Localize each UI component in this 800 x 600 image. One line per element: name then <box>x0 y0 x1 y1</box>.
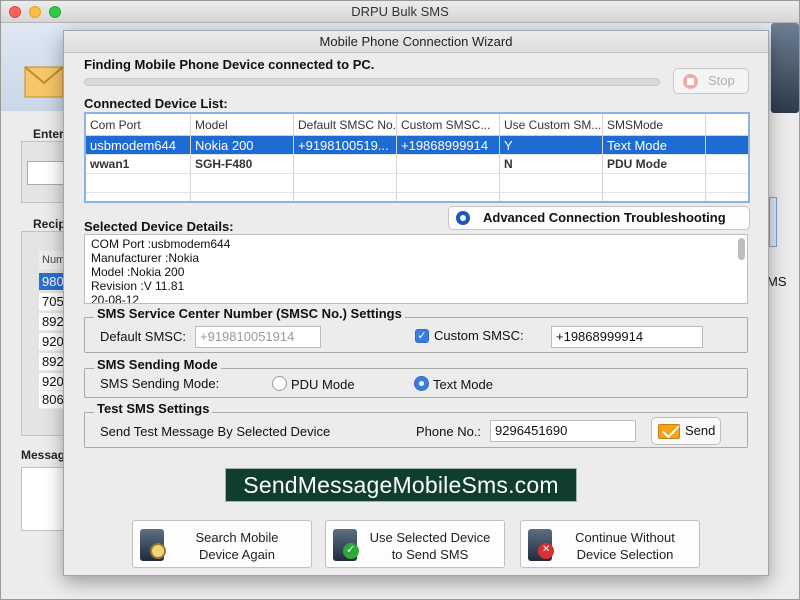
wizard-title: Mobile Phone Connection Wizard <box>64 31 768 53</box>
message-textarea[interactable] <box>21 467 67 531</box>
table-row-empty <box>86 174 748 193</box>
continue-line2: Device Selection <box>576 547 674 562</box>
table-cell: PDU Mode <box>603 155 706 173</box>
message-label: Messag <box>21 448 66 462</box>
table-cell <box>294 155 397 173</box>
custom-smsc-label: Custom SMSC: <box>434 328 524 343</box>
stop-label: Stop <box>708 73 735 88</box>
text-mode-label: Text Mode <box>433 377 493 392</box>
text-mode-radio[interactable] <box>414 376 429 391</box>
column-header[interactable]: Com Port <box>86 114 191 135</box>
details-line: Manufacturer :Nokia <box>91 251 200 265</box>
table-row-empty <box>86 193 748 201</box>
search-again-button[interactable]: Search Mobile Device Again <box>132 520 312 568</box>
table-cell: Text Mode <box>603 136 706 154</box>
table-cell: N <box>500 155 603 173</box>
connected-device-list-label: Connected Device List: <box>84 96 228 111</box>
column-header[interactable]: Custom SMSC... <box>397 114 500 135</box>
gear-icon <box>456 211 470 225</box>
use-device-line1: Use Selected Device <box>369 530 491 545</box>
close-window-button[interactable] <box>9 6 21 18</box>
search-status-text: Finding Mobile Phone Device connected to… <box>84 57 375 72</box>
device-table[interactable]: Com Port Model Default SMSC No. Custom S… <box>84 112 750 203</box>
column-header[interactable]: Model <box>191 114 294 135</box>
phone-search-icon <box>140 529 166 561</box>
table-cell <box>397 155 500 173</box>
stop-button[interactable]: Stop <box>673 68 749 94</box>
details-line: 20-08-12 <box>91 293 140 304</box>
website-watermark: SendMessageMobileSms.com <box>225 468 577 502</box>
mail-icon <box>658 424 680 439</box>
table-row[interactable]: wwan1 SGH-F480 N PDU Mode <box>86 155 748 174</box>
phone-number-field[interactable]: 9296451690 <box>490 420 636 442</box>
custom-smsc-field[interactable]: +19868999914 <box>551 326 703 348</box>
device-details-box[interactable]: COM Port :usbmodem644 Manufacturer :Noki… <box>84 234 748 304</box>
search-progress-bar <box>84 78 660 86</box>
table-cell: wwan1 <box>86 155 191 173</box>
table-row[interactable]: usbmodem644 Nokia 200 +9198100519... +19… <box>86 136 748 155</box>
send-test-button[interactable]: Send <box>651 417 721 445</box>
default-smsc-field[interactable]: +919810051914 <box>195 326 321 348</box>
enter-input[interactable] <box>27 161 67 185</box>
table-cell <box>706 136 748 154</box>
phone-cancel-icon <box>528 529 554 561</box>
minimize-window-button[interactable] <box>29 6 41 18</box>
search-again-line1: Search Mobile <box>195 530 279 545</box>
envelope-logo-icon <box>24 66 64 98</box>
smsc-settings-title: SMS Service Center Number (SMSC No.) Set… <box>94 306 405 321</box>
test-message-label: Send Test Message By Selected Device <box>100 424 331 439</box>
sending-mode-label: SMS Sending Mode: <box>100 376 220 391</box>
table-cell <box>706 155 748 173</box>
recipients-label: Recip <box>33 217 66 231</box>
column-header-filler <box>706 114 748 135</box>
search-again-line2: Device Again <box>199 547 275 562</box>
pdu-mode-label: PDU Mode <box>291 377 355 392</box>
main-titlebar: DRPU Bulk SMS <box>1 1 799 23</box>
table-cell: Y <box>500 136 603 154</box>
table-cell: +19868999914 <box>397 136 500 154</box>
phone-graphic-icon <box>771 23 799 113</box>
column-header[interactable]: Default SMSC No. <box>294 114 397 135</box>
column-header[interactable]: SMSMode <box>603 114 706 135</box>
phone-number-label: Phone No.: <box>416 424 482 439</box>
selected-device-details-label: Selected Device Details: <box>84 219 234 234</box>
custom-smsc-checkbox[interactable]: ✓ <box>415 329 429 343</box>
use-selected-device-button[interactable]: Use Selected Device to Send SMS <box>325 520 505 568</box>
partial-button[interactable] <box>769 197 777 247</box>
column-header[interactable]: Use Custom SM... <box>500 114 603 135</box>
details-scrollbar[interactable] <box>738 238 745 260</box>
maximize-window-button[interactable] <box>49 6 61 18</box>
table-cell: SGH-F480 <box>191 155 294 173</box>
details-line: Model :Nokia 200 <box>91 265 185 279</box>
test-sms-title: Test SMS Settings <box>94 401 213 416</box>
table-header: Com Port Model Default SMSC No. Custom S… <box>86 114 748 136</box>
advanced-troubleshooting-label: Advanced Connection Troubleshooting <box>483 210 726 225</box>
pdu-mode-radio[interactable] <box>272 376 287 391</box>
main-window-title: DRPU Bulk SMS <box>351 4 449 19</box>
default-smsc-label: Default SMSC: <box>100 329 186 344</box>
enter-label: Enter <box>33 127 64 141</box>
details-line: Revision :V 11.81 <box>91 279 185 293</box>
connection-wizard-dialog: Mobile Phone Connection Wizard Finding M… <box>63 30 769 576</box>
sending-mode-title: SMS Sending Mode <box>94 357 221 372</box>
use-device-line2: to Send SMS <box>391 547 469 562</box>
send-label: Send <box>685 423 716 438</box>
stop-icon <box>683 74 698 89</box>
continue-without-device-button[interactable]: Continue Without Device Selection <box>520 520 700 568</box>
table-cell: Nokia 200 <box>191 136 294 154</box>
table-cell: usbmodem644 <box>86 136 191 154</box>
right-partial-text: MS <box>767 274 787 289</box>
details-line: COM Port :usbmodem644 <box>91 237 231 251</box>
table-cell: +9198100519... <box>294 136 397 154</box>
phone-check-icon <box>333 529 359 561</box>
advanced-troubleshooting-button[interactable]: Advanced Connection Troubleshooting <box>448 206 750 230</box>
continue-line1: Continue Without <box>575 530 675 545</box>
